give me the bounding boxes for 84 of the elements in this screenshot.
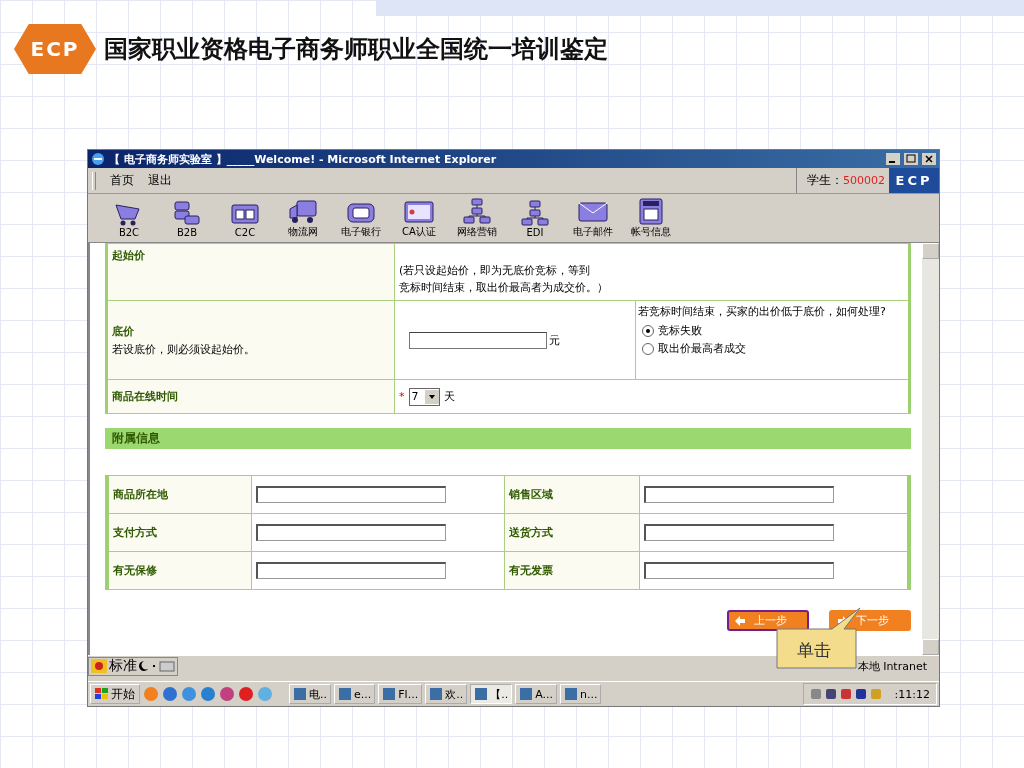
task-button[interactable]: e... bbox=[334, 684, 376, 704]
toolbar-button[interactable]: 电子邮件 bbox=[564, 197, 622, 239]
ime-toolbar[interactable]: 标准 bbox=[88, 656, 178, 676]
student-label: 学生： bbox=[807, 172, 843, 189]
task-button[interactable]: n... bbox=[559, 684, 602, 704]
window-icon bbox=[293, 687, 307, 701]
app-icon[interactable] bbox=[219, 686, 235, 702]
minimize-icon[interactable] bbox=[886, 153, 900, 165]
field-label: 商品所在地 bbox=[113, 488, 168, 501]
tray-icon[interactable] bbox=[854, 688, 867, 700]
clock: :11:12 bbox=[894, 687, 930, 701]
app-icon[interactable] bbox=[200, 686, 216, 702]
menu-link[interactable]: 退出 bbox=[148, 172, 172, 189]
app-icon[interactable] bbox=[162, 686, 178, 702]
task-button[interactable]: 【.. bbox=[470, 684, 513, 704]
section-header: 附属信息 bbox=[105, 428, 911, 449]
field-label: 有无保修 bbox=[113, 564, 157, 577]
window-icon bbox=[382, 687, 397, 701]
toolbar-button[interactable]: 网络营销 bbox=[448, 197, 506, 239]
task-button[interactable]: 欢.. bbox=[425, 684, 468, 704]
radio-label: 取出价最高者成交 bbox=[658, 341, 746, 356]
unit-label: 元 bbox=[549, 332, 560, 348]
radio-button[interactable] bbox=[642, 324, 654, 337]
toolbar-button[interactable]: 电子银行 bbox=[332, 197, 390, 239]
text-input[interactable] bbox=[256, 486, 447, 503]
field-hint: 若设底价，则必须设起始价。 bbox=[112, 341, 256, 357]
blocks-icon bbox=[171, 198, 203, 227]
window-title: 【 电子商务师实验室 】_____Welcome! - Microsoft Internet Explorer bbox=[109, 151, 498, 167]
field-label: 有无发票 bbox=[508, 564, 553, 577]
toolbar-button[interactable]: CA认证 bbox=[390, 197, 448, 239]
field-label: 底价 bbox=[112, 323, 135, 339]
toolbar-button[interactable]: EDI bbox=[506, 198, 564, 238]
ime-logo-icon[interactable] bbox=[91, 659, 107, 673]
slide-title: 国家职业资格电子商务师职业全国统一培训鉴定 bbox=[104, 34, 608, 65]
brand-logo: ECP bbox=[889, 168, 939, 193]
radio-label: 竞标失败 bbox=[658, 323, 702, 338]
callout-text: 单击 bbox=[796, 639, 832, 662]
text-input[interactable] bbox=[643, 524, 834, 541]
text-input[interactable] bbox=[256, 562, 447, 579]
window-icon bbox=[563, 687, 578, 701]
toolbar-button[interactable]: B2C bbox=[100, 198, 158, 238]
field-label: 商品在线时间 bbox=[112, 390, 178, 403]
tree-icon bbox=[519, 198, 551, 227]
tree-icon bbox=[461, 197, 493, 225]
maximize-icon[interactable] bbox=[904, 153, 918, 165]
menu-link[interactable]: 首页 bbox=[110, 172, 134, 189]
question-text: 若竞标时间结束，买家的出价低于底价，如何处理? bbox=[638, 304, 887, 320]
arrow-icon bbox=[735, 615, 746, 626]
task-button[interactable]: A... bbox=[515, 684, 557, 704]
moon-icon[interactable] bbox=[139, 660, 149, 672]
student-id: 500002 bbox=[843, 174, 885, 187]
truck-icon bbox=[287, 197, 319, 225]
tray-icon[interactable] bbox=[824, 688, 837, 700]
toolbar-button[interactable]: C2C bbox=[216, 198, 274, 238]
tray-icon[interactable] bbox=[839, 688, 852, 700]
task-button[interactable]: Fl... bbox=[378, 684, 423, 704]
app-icon[interactable] bbox=[238, 686, 254, 702]
radio-button[interactable] bbox=[642, 342, 654, 355]
price-note: (若只设起始价，即为无底价竞标，等到 竞标时间结束，取出价最高者为成交价。） bbox=[399, 263, 609, 296]
toolbar-button[interactable]: 帐号信息 bbox=[622, 197, 680, 239]
logo: ECP bbox=[14, 24, 96, 74]
text-input[interactable] bbox=[643, 486, 834, 503]
unit-label: 天 bbox=[443, 389, 455, 404]
flag-icon bbox=[95, 688, 109, 700]
task-button[interactable]: 电.. bbox=[289, 684, 331, 704]
days-select[interactable]: 7 bbox=[408, 387, 440, 406]
scrollbar[interactable] bbox=[922, 243, 939, 655]
field-label: 送货方式 bbox=[508, 526, 553, 539]
toolbar-button[interactable]: 物流网 bbox=[274, 197, 332, 239]
required-mark: * bbox=[399, 390, 405, 403]
field-label: 起始价 bbox=[112, 249, 145, 262]
toolbar-button[interactable]: B2B bbox=[158, 198, 216, 238]
close-icon[interactable] bbox=[922, 153, 936, 165]
field-label: 支付方式 bbox=[113, 526, 157, 539]
window-icon bbox=[519, 687, 534, 701]
field-label: 销售区域 bbox=[508, 488, 553, 501]
status-zone: 本地 Intranet bbox=[857, 658, 927, 674]
start-button[interactable]: 开始 bbox=[90, 684, 140, 704]
window-icon bbox=[338, 687, 352, 701]
window-icon bbox=[429, 687, 444, 701]
text-input[interactable] bbox=[256, 524, 447, 541]
reserve-price-input[interactable] bbox=[409, 331, 547, 349]
window-icon bbox=[474, 687, 489, 701]
text-input[interactable] bbox=[643, 562, 834, 579]
